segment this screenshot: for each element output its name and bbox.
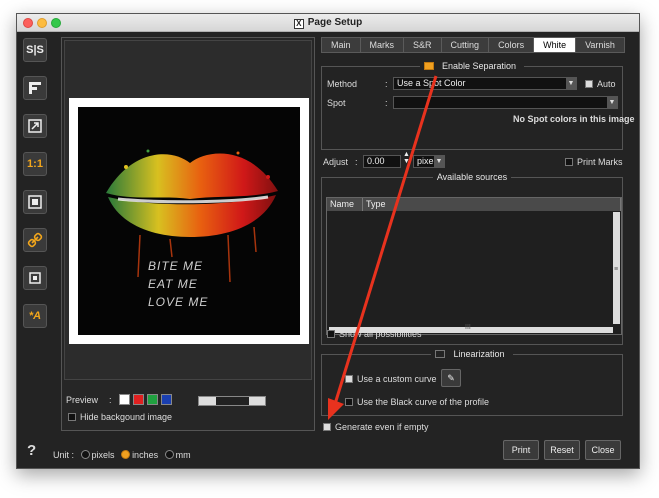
- window-title: X Page Setup: [17, 17, 639, 29]
- sources-table-header: Name Type: [327, 198, 621, 211]
- fill-page-icon: [28, 195, 42, 209]
- tab-marks[interactable]: Marks: [359, 37, 404, 53]
- unit-radio-pixels[interactable]: [80, 450, 90, 459]
- spot-select[interactable]: ▼: [393, 96, 618, 109]
- center-button[interactable]: [23, 266, 47, 290]
- swatch-red[interactable]: [132, 394, 144, 405]
- close-button[interactable]: Close: [585, 440, 621, 460]
- tab-main[interactable]: Main: [321, 37, 360, 53]
- artwork-text: BITE ME EAT ME LOVE ME: [148, 257, 208, 311]
- text-tool-button[interactable]: *A: [23, 304, 47, 328]
- align-left-icon: [29, 82, 41, 94]
- preview-panel: BITE ME EAT ME LOVE ME Preview : Hide ba…: [61, 37, 315, 431]
- swatch-white[interactable]: [118, 394, 130, 405]
- black-curve-option[interactable]: Use the Black curve of the profile: [345, 397, 489, 407]
- no-spot-message: No Spot colors in this image: [513, 114, 635, 124]
- align-left-button[interactable]: [23, 76, 47, 100]
- split-view-icon: S|S: [26, 44, 44, 56]
- preview-label: Preview: [66, 394, 99, 405]
- artwork-image: BITE ME EAT ME LOVE ME: [78, 107, 300, 335]
- chevron-down-icon: ▼: [566, 78, 576, 89]
- swatch-blue[interactable]: [160, 394, 172, 405]
- sources-table[interactable]: Name Type ≡ III: [326, 197, 622, 335]
- text-tool-icon: *A: [28, 310, 42, 322]
- unit-label: Unit: [53, 450, 70, 460]
- hide-background-option[interactable]: Hide backgound image: [68, 412, 172, 422]
- linearization-label: Linearization: [449, 349, 509, 359]
- custom-curve-checkbox[interactable]: [345, 375, 353, 383]
- generate-empty-checkbox[interactable]: [323, 423, 331, 431]
- enable-separation-label: Enable Separation: [437, 61, 521, 71]
- tab-white[interactable]: White: [533, 37, 576, 53]
- page-preview: BITE ME EAT ME LOVE ME: [69, 98, 309, 344]
- chevron-down-icon: ▼: [434, 156, 444, 167]
- tab-cutting[interactable]: Cutting: [440, 37, 489, 53]
- adjust-stepper[interactable]: ▲ ▼: [403, 151, 410, 165]
- vertical-scrollbar[interactable]: ≡: [613, 212, 620, 324]
- column-type[interactable]: Type: [363, 198, 621, 211]
- fit-page-button[interactable]: [23, 114, 47, 138]
- adjust-label: Adjust: [323, 157, 349, 167]
- artwork-line: EAT ME: [148, 277, 198, 291]
- black-curve-checkbox[interactable]: [345, 398, 353, 406]
- app-icon: X: [293, 19, 304, 29]
- fill-page-button[interactable]: [23, 190, 47, 214]
- adjust-input[interactable]: 0.00: [363, 155, 401, 168]
- unit-radio-inches[interactable]: [121, 450, 131, 459]
- center-icon: [29, 272, 41, 284]
- swatch-green[interactable]: [146, 394, 158, 405]
- adjust-unit-select[interactable]: pixel ▼: [413, 155, 445, 168]
- preview-canvas[interactable]: BITE ME EAT ME LOVE ME: [64, 40, 312, 380]
- tab-colors[interactable]: Colors: [488, 37, 534, 53]
- artwork-line: LOVE ME: [148, 295, 209, 309]
- generate-empty-option[interactable]: Generate even if empty: [323, 422, 429, 432]
- method-label: Method: [327, 79, 358, 89]
- method-select[interactable]: Use a Spot Color ▼: [393, 77, 577, 90]
- hide-background-checkbox[interactable]: [68, 413, 76, 421]
- auto-checkbox[interactable]: [585, 80, 593, 88]
- actual-size-icon: 1:1: [27, 158, 43, 170]
- reset-button[interactable]: Reset: [544, 440, 580, 460]
- print-button[interactable]: Print: [503, 440, 539, 460]
- auto-option[interactable]: Auto: [585, 79, 616, 89]
- edit-curve-button[interactable]: ✎: [441, 369, 461, 387]
- artwork-line: BITE ME: [148, 259, 204, 273]
- enable-separation-checkbox[interactable]: [423, 62, 434, 70]
- settings-tabs: Main Marks S&R Cutting Colors White Varn…: [321, 37, 625, 53]
- background-toggle[interactable]: [198, 396, 266, 406]
- sources-title: Available sources: [432, 172, 512, 182]
- link-icon: [27, 232, 43, 248]
- print-marks-option[interactable]: Print Marks: [565, 157, 623, 167]
- preview-swatches: Preview :: [66, 394, 172, 405]
- split-view-button[interactable]: S|S: [23, 38, 47, 62]
- show-all-checkbox[interactable]: [327, 330, 335, 338]
- custom-curve-option[interactable]: Use a custom curve: [345, 374, 437, 384]
- print-marks-checkbox[interactable]: [565, 158, 573, 166]
- tab-varnish[interactable]: Varnish: [575, 37, 625, 53]
- column-name[interactable]: Name: [327, 198, 363, 211]
- unit-radio-mm[interactable]: [164, 450, 174, 459]
- show-all-option[interactable]: Show all possibilities: [327, 329, 422, 339]
- fit-page-icon: [28, 119, 42, 133]
- actual-size-button[interactable]: 1:1: [23, 152, 47, 176]
- page-setup-window: X Page Setup S|S 1:1 *A BITE ME EAT ME L…: [16, 13, 640, 469]
- tab-sr[interactable]: S&R: [403, 37, 441, 53]
- spot-label: Spot: [327, 98, 346, 108]
- help-icon[interactable]: ?: [27, 442, 36, 459]
- left-toolbar: S|S 1:1 *A: [17, 33, 53, 423]
- title-bar: X Page Setup: [17, 14, 639, 32]
- unit-selector: Unit : pixels inches mm: [53, 450, 191, 460]
- chevron-down-icon: ▼: [607, 97, 617, 108]
- linearization-checkbox[interactable]: [435, 350, 446, 358]
- link-button[interactable]: [23, 228, 47, 252]
- pencil-icon: ✎: [447, 373, 455, 383]
